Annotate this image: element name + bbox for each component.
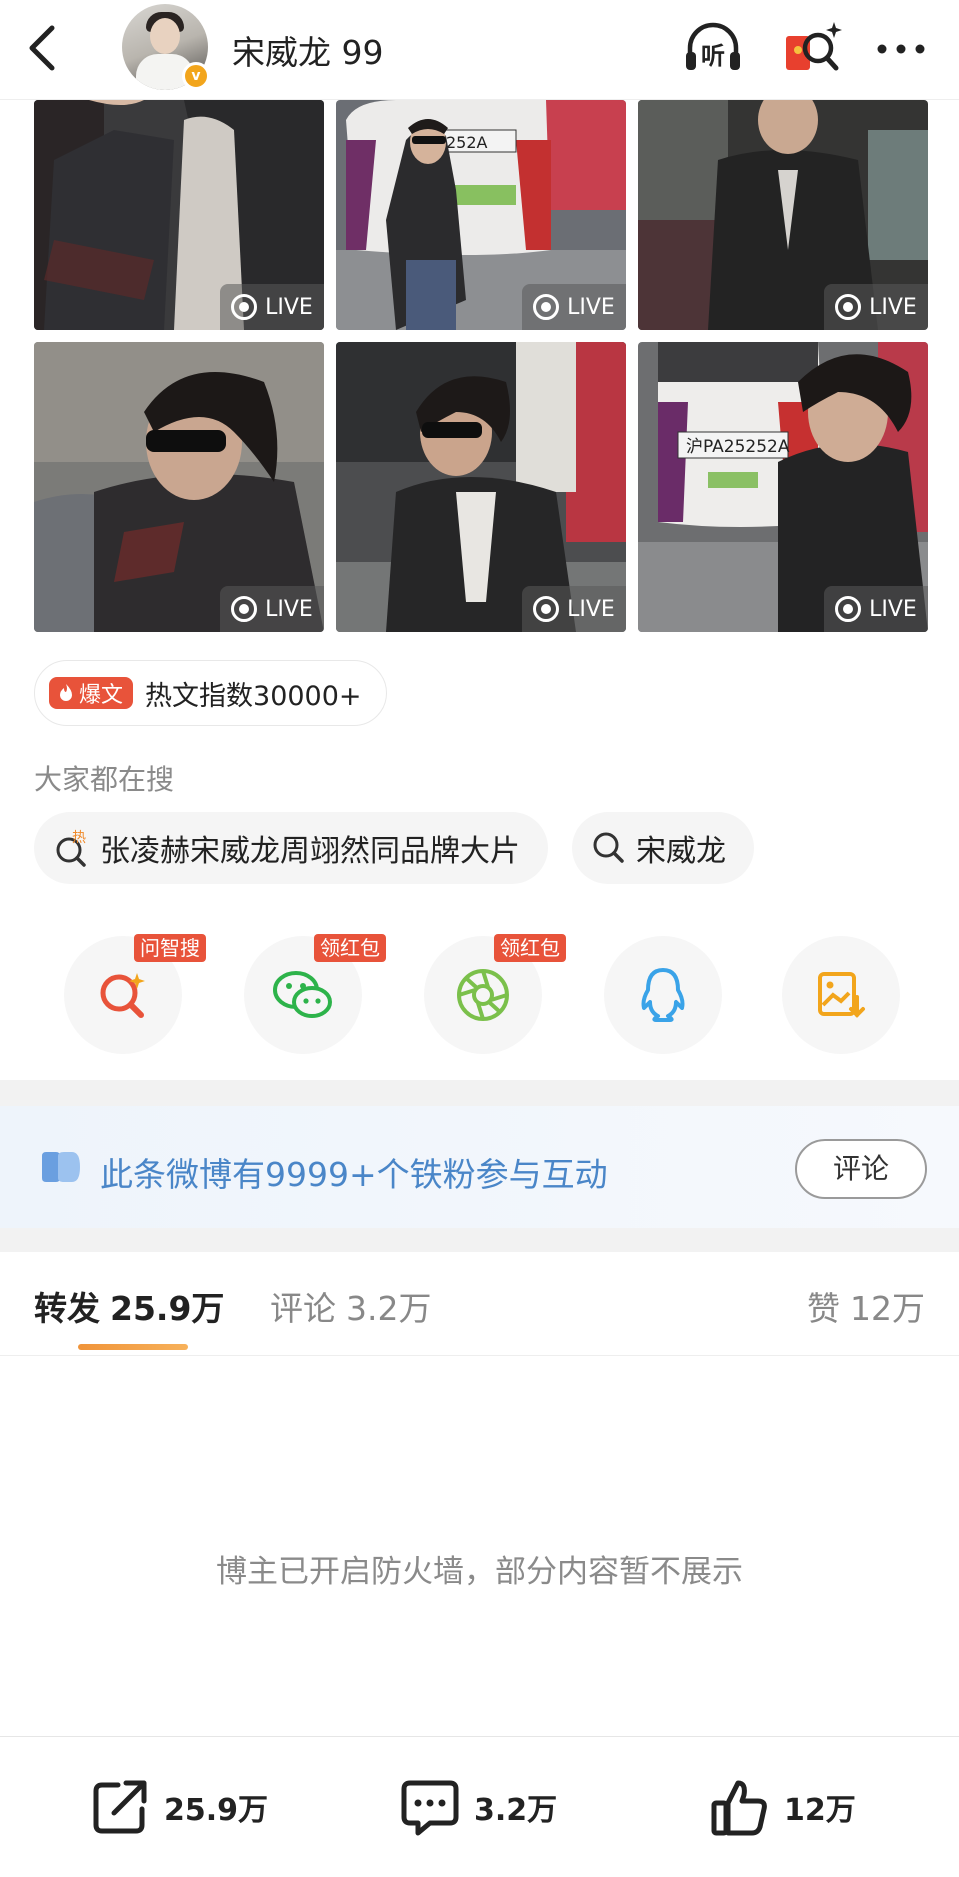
comment-button[interactable]: 评论 — [795, 1139, 927, 1199]
svg-text:热: 热 — [72, 830, 86, 846]
repost-action[interactable]: 25.9万 — [90, 1777, 268, 1837]
everyone-searching-title: 大家都在搜 — [34, 763, 175, 796]
svg-text:沪PA25252A: 沪PA25252A — [686, 437, 790, 457]
tab-comment[interactable]: 评论 3.2万 — [270, 1282, 431, 1330]
hot-search-icon: 热 — [56, 830, 86, 867]
live-badge: LIVE — [522, 586, 626, 632]
live-icon — [231, 596, 258, 622]
firewall-message: 博主已开启防火墙，部分内容暂不展示 — [216, 1554, 743, 1590]
search-chip-1[interactable]: 热 张凌赫宋威龙周翊然同品牌大片 — [34, 812, 548, 884]
verified-badge: v — [182, 62, 210, 90]
hot-index-text: 热文指数30000+ — [145, 680, 362, 712]
more-icon[interactable] — [870, 18, 932, 80]
live-icon — [835, 596, 862, 622]
qq-share-button[interactable] — [604, 936, 722, 1054]
search-chip-label: 张凌赫宋威龙周翊然同品牌大片 — [100, 834, 520, 869]
save-image-button[interactable] — [782, 936, 900, 1054]
fire-icon — [60, 684, 72, 701]
hot-tag: 爆文 — [49, 677, 134, 709]
live-icon — [835, 294, 862, 320]
comment-icon — [401, 1780, 459, 1836]
live-badge: LIVE — [824, 586, 928, 632]
section-divider — [0, 1228, 959, 1252]
like-action[interactable]: 12万 — [710, 1777, 856, 1837]
username[interactable]: 宋威龙 99 — [232, 26, 383, 74]
photo-2[interactable]: 252A LIVE — [336, 100, 626, 330]
live-badge: LIVE — [220, 284, 324, 330]
photo-1[interactable]: LIVE — [34, 100, 324, 330]
qq-icon — [641, 968, 685, 1022]
live-badge: LIVE — [522, 284, 626, 330]
share-icon — [93, 1780, 147, 1834]
ai-search-tag: 问智搜 — [134, 934, 206, 962]
save-image-icon — [818, 972, 865, 1018]
active-tab-indicator — [78, 1344, 188, 1350]
moments-icon — [457, 969, 509, 1021]
top-nav-bar: v 宋威龙 99 听 — [0, 0, 959, 100]
iron-fans-banner: 此条微博有9999+个铁粉参与互动 评论 — [0, 1106, 959, 1228]
live-badge: LIVE — [220, 586, 324, 632]
tab-repost[interactable]: 转发 25.9万 — [34, 1282, 224, 1330]
back-icon[interactable] — [22, 22, 62, 74]
live-icon — [533, 596, 560, 622]
photo-5[interactable]: LIVE — [336, 342, 626, 632]
fans-banner-text: 此条微博有9999+个铁粉参与互动 — [100, 1155, 608, 1194]
hot-article-badge[interactable]: 爆文 热文指数30000+ — [34, 660, 387, 726]
live-icon — [533, 294, 560, 320]
svg-text:听: 听 — [701, 42, 725, 70]
search-chip-2[interactable]: 宋威龙 — [572, 812, 754, 884]
fans-icon — [42, 1152, 80, 1182]
wechat-red-packet-tag: 领红包 — [314, 934, 386, 962]
live-badge: LIVE — [824, 284, 928, 330]
thumbs-up-icon — [711, 1780, 767, 1836]
interaction-tabs: 转发 25.9万 评论 3.2万 赞 12万 — [0, 1252, 959, 1356]
comment-action[interactable]: 3.2万 — [400, 1777, 557, 1837]
wechat-icon — [273, 971, 332, 1018]
photo-3[interactable]: LIVE — [638, 100, 928, 330]
live-icon — [231, 294, 258, 320]
svg-text:252A: 252A — [446, 133, 488, 152]
ai-search-icon — [100, 973, 145, 1018]
photo-6[interactable]: 沪PA25252A LIVE — [638, 342, 928, 632]
search-icon — [593, 832, 624, 863]
search-chip-label: 宋威龙 — [636, 834, 726, 869]
moments-red-packet-tag: 领红包 — [494, 934, 566, 962]
tab-like[interactable]: 赞 12万 — [807, 1282, 925, 1330]
red-packet-search-icon[interactable] — [782, 18, 844, 80]
photo-4[interactable]: LIVE — [34, 342, 324, 632]
listen-icon[interactable]: 听 — [682, 18, 744, 80]
section-divider — [0, 1080, 959, 1106]
bottom-action-bar: 25.9万 3.2万 12万 — [0, 1736, 959, 1877]
